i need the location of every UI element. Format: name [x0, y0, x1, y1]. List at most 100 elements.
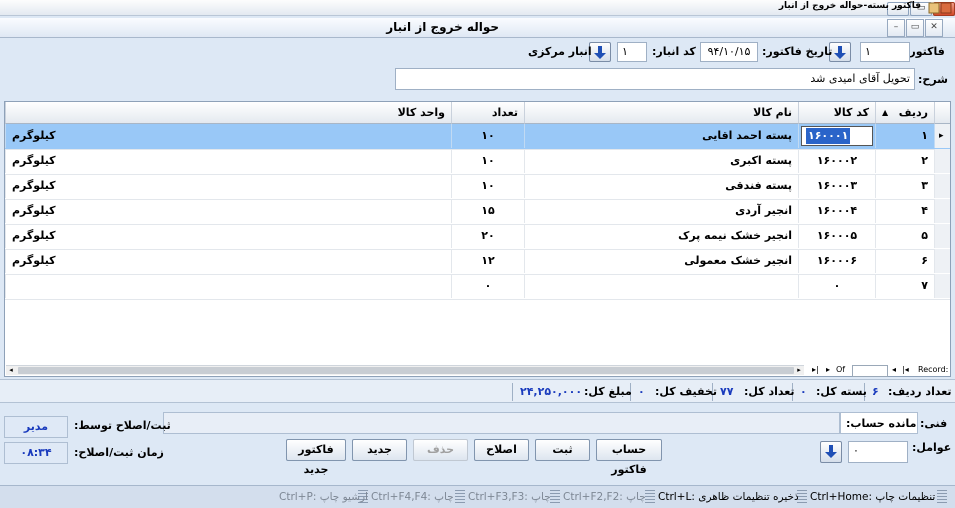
panel-close-icon[interactable]: ✕ — [925, 19, 943, 37]
panel-restore-icon[interactable]: ▭ — [906, 19, 924, 37]
column-header-unit[interactable]: واحد کالا — [5, 102, 451, 124]
cell-row-index-text: ۶ — [921, 254, 928, 267]
cell-row-index-text: ۲ — [921, 154, 928, 167]
grip-icon — [645, 490, 655, 503]
cell-row-index[interactable]: ۱ — [875, 124, 934, 148]
cell-unit[interactable]: کیلوگرم — [5, 174, 451, 198]
total-discount-value: ۰ — [638, 385, 645, 398]
cell-item-code[interactable]: ۱۶۰۰۰۴ — [798, 199, 875, 223]
factors-input[interactable]: ۰ — [848, 441, 908, 463]
warehouse-select-button[interactable] — [589, 42, 611, 62]
active-cell-editor[interactable]: ۱۶۰۰۰۱ — [801, 126, 873, 146]
cell-row-index[interactable]: ۲ — [875, 149, 934, 173]
register-button[interactable]: ثبت — [535, 439, 590, 461]
new-invoice-button[interactable]: فاکتور جدید — [286, 439, 346, 476]
cell-item-code[interactable]: ۱۶۰۰۰۵ — [798, 224, 875, 248]
cell-item-name-text: انجیر خشک معمولی — [684, 254, 792, 267]
cell-item-name[interactable]: انجیر خشک معمولی — [524, 249, 798, 273]
factors-select-button[interactable] — [820, 441, 842, 463]
cell-item-name[interactable]: انجیر خشک نیمه پرک — [524, 224, 798, 248]
window-titlebar: ✕ ▭ – فاکتور بسته-حواله خروج از انبار — [0, 0, 955, 16]
cell-item-code[interactable]: ۱۶۰۰۰۲ — [798, 149, 875, 173]
cell-quantity-text: ۱۵ — [481, 204, 495, 217]
table-row[interactable]: ۲ ۱۶۰۰۰۲ پسته اکبری ۱۰ کیلوگرم — [5, 149, 950, 175]
row-selector[interactable] — [934, 274, 950, 298]
row-selector[interactable] — [934, 249, 950, 273]
cell-unit[interactable]: کیلوگرم — [5, 224, 451, 248]
cell-unit[interactable] — [5, 274, 451, 298]
row-selector[interactable]: ▸ — [934, 124, 950, 148]
cell-quantity[interactable]: ۰ — [451, 274, 524, 298]
column-header-name[interactable]: نام کالا — [524, 102, 798, 124]
cell-unit-text: کیلوگرم — [12, 229, 56, 242]
warehouse-code-input[interactable]: ۱ — [617, 42, 647, 62]
cell-unit[interactable]: کیلوگرم — [5, 149, 451, 173]
cell-row-index[interactable]: ۵ — [875, 224, 934, 248]
status-print-f4[interactable]: چاپ :Ctrl+F4,F4 — [371, 489, 454, 506]
delete-button[interactable]: حذف — [413, 439, 468, 461]
cell-item-code[interactable]: ۰ — [798, 274, 875, 298]
row-selector[interactable] — [934, 199, 950, 223]
edit-button[interactable]: اصلاح — [474, 439, 529, 461]
row-selector[interactable] — [934, 174, 950, 198]
cell-unit[interactable]: کیلوگرم — [5, 199, 451, 223]
cell-quantity[interactable]: ۲۰ — [451, 224, 524, 248]
invoice-date-input[interactable]: ۹۴/۱۰/۱۵ — [700, 42, 758, 62]
table-row[interactable]: ۷ ۰ ۰ — [5, 274, 950, 300]
total-amount-label: مبلغ کل: — [584, 385, 632, 398]
invoice-label: فاکتور: — [905, 45, 945, 58]
cell-item-code[interactable]: ۱۶۰۰۰۳ — [798, 174, 875, 198]
table-row[interactable]: ۳ ۱۶۰۰۰۳ پسته فندقی ۱۰ کیلوگرم — [5, 174, 950, 200]
nav-first-icon[interactable]: |◂ — [902, 364, 909, 376]
cell-item-name[interactable]: پسته احمد اقایی — [524, 124, 798, 148]
status-print-settings[interactable]: تنظیمات چاپ :Ctrl+Home — [810, 489, 935, 506]
account-invoice-button[interactable]: حساب فاکتور — [596, 439, 662, 476]
row-selector[interactable] — [934, 149, 950, 173]
status-print-archive[interactable]: ارشیو چاپ :Ctrl+P — [279, 489, 368, 506]
cell-item-name[interactable]: انجیر آردی — [524, 199, 798, 223]
cell-quantity[interactable]: ۱۰ — [451, 149, 524, 173]
cell-unit[interactable]: کیلوگرم — [5, 249, 451, 273]
panel-minimize-icon[interactable]: – — [887, 19, 905, 37]
package-total-label: بسته کل: — [816, 385, 867, 398]
table-row[interactable]: ۶ ۱۶۰۰۰۶ انجیر خشک معمولی ۱۲ کیلوگرم — [5, 249, 950, 275]
status-print-f3[interactable]: چاپ :Ctrl+F3,F3 — [468, 489, 551, 506]
invoice-number-input[interactable]: ۱ — [860, 42, 910, 62]
nav-last-icon[interactable]: ▸| — [812, 364, 819, 376]
cell-item-name[interactable] — [524, 274, 798, 298]
table-row[interactable]: ▸ ۱ ۱۶۰۰۰۱ پسته احمد اقایی ۱۰ کیلوگرم — [5, 124, 950, 150]
cell-item-name[interactable]: پسته اکبری — [524, 149, 798, 173]
description-input[interactable]: تحویل آقای امیدی شد — [395, 68, 915, 90]
record-number-input[interactable] — [852, 365, 888, 377]
cell-item-name[interactable]: پسته فندقی — [524, 174, 798, 198]
cell-item-code[interactable]: ۱۶۰۰۰۱ — [798, 124, 875, 148]
column-header-code[interactable]: کد کالا — [798, 102, 875, 124]
cell-item-name-text: پسته فندقی — [725, 179, 792, 192]
cell-row-index[interactable]: ۶ — [875, 249, 934, 273]
cell-row-index[interactable]: ۷ — [875, 274, 934, 298]
status-print-f2[interactable]: چاپ :Ctrl+F2,F2 — [563, 489, 646, 506]
cell-unit[interactable]: کیلوگرم — [5, 124, 451, 148]
cell-quantity[interactable]: ۱۰ — [451, 174, 524, 198]
row-selector[interactable] — [934, 224, 950, 248]
scroll-thumb[interactable] — [18, 367, 794, 374]
column-header-row[interactable]: ردیف ▲ — [875, 102, 934, 124]
nav-next-icon[interactable]: ▸ — [826, 364, 830, 376]
cell-quantity[interactable]: ۱۵ — [451, 199, 524, 223]
grip-icon — [455, 490, 465, 503]
cell-row-index[interactable]: ۳ — [875, 174, 934, 198]
row-selector-header — [934, 102, 950, 124]
table-row[interactable]: ۵ ۱۶۰۰۰۵ انجیر خشک نیمه پرک ۲۰ کیلوگرم — [5, 224, 950, 250]
cell-row-index[interactable]: ۴ — [875, 199, 934, 223]
package-total-value: ۰ — [800, 385, 807, 398]
horizontal-scrollbar[interactable]: ◂ ▸ — [6, 365, 804, 375]
status-save-view[interactable]: ذخیره تنظیمات ظاهری :Ctrl+L — [658, 489, 799, 506]
new-button[interactable]: جدید — [352, 439, 407, 461]
cell-quantity[interactable]: ۱۲ — [451, 249, 524, 273]
nav-of-label: Of — [836, 365, 846, 374]
column-header-qty[interactable]: تعداد — [451, 102, 524, 124]
table-row[interactable]: ۴ ۱۶۰۰۰۴ انجیر آردی ۱۵ کیلوگرم — [5, 199, 950, 225]
cell-item-code[interactable]: ۱۶۰۰۰۶ — [798, 249, 875, 273]
cell-quantity[interactable]: ۱۰ — [451, 124, 524, 148]
nav-prev-icon[interactable]: ◂ — [892, 364, 896, 376]
